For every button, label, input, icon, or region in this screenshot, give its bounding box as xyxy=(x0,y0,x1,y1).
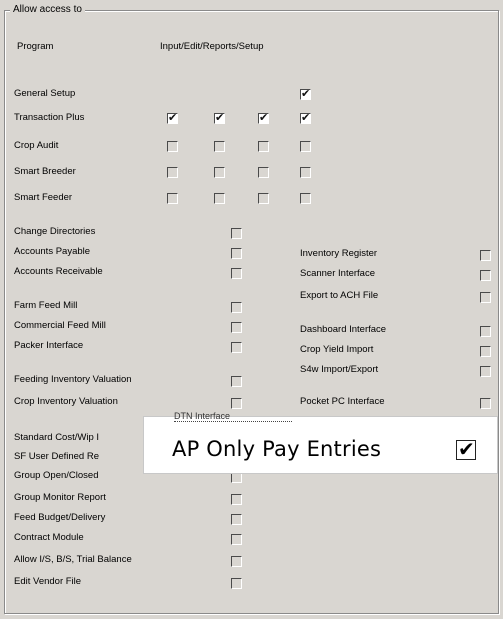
crop-inventory-valuation-label: Crop Inventory Valuation xyxy=(14,396,118,407)
accounts-receivable-checkbox[interactable] xyxy=(231,268,242,279)
crop-audit-col3-checkbox[interactable] xyxy=(258,141,269,152)
commercial-feed-mill-label: Commercial Feed Mill xyxy=(14,320,106,331)
crop-audit-label: Crop Audit xyxy=(14,140,59,151)
program-header: Program xyxy=(17,41,54,52)
farm-feed-mill-checkbox[interactable] xyxy=(231,302,242,313)
columns-header: Input/Edit/Reports/Setup xyxy=(160,41,264,52)
change-directories-checkbox[interactable] xyxy=(231,228,242,239)
group-open-closed-label: Group Open/Closed xyxy=(14,470,99,481)
edit-vendor-file-checkbox[interactable] xyxy=(231,578,242,589)
export-to-ach-file-checkbox[interactable] xyxy=(480,292,491,303)
crop-inventory-valuation-checkbox[interactable] xyxy=(231,398,242,409)
scanner-interface-checkbox[interactable] xyxy=(480,270,491,281)
s4w-import-export-label: S4w Import/Export xyxy=(300,364,379,375)
sf-user-defined-re-label: SF User Defined Re xyxy=(14,451,100,462)
contract-module-checkbox[interactable] xyxy=(231,534,242,545)
smart-feeder-col1-checkbox[interactable] xyxy=(167,193,178,204)
smart-breeder-label: Smart Breeder xyxy=(14,166,76,177)
inventory-register-label: Inventory Register xyxy=(300,248,378,259)
commercial-feed-mill-checkbox[interactable] xyxy=(231,322,242,333)
smart-breeder-col1-checkbox[interactable] xyxy=(167,167,178,178)
groupbox-legend: Allow access to xyxy=(10,4,85,15)
allow-i-s-b-s-trial-balance-label: Allow I/S, B/S, Trial Balance xyxy=(14,554,132,565)
crop-yield-import-label: Crop Yield Import xyxy=(300,344,374,355)
smart-feeder-col4-checkbox[interactable] xyxy=(300,193,311,204)
scanner-interface-label: Scanner Interface xyxy=(300,268,375,279)
feed-budget-delivery-checkbox[interactable] xyxy=(231,514,242,525)
pocket-pc-interface-checkbox[interactable] xyxy=(480,398,491,409)
standard-cost-wip-i-label: Standard Cost/Wip I xyxy=(14,432,100,443)
smart-breeder-col2-checkbox[interactable] xyxy=(214,167,225,178)
ap-only-pay-entries-label: AP Only Pay Entries xyxy=(172,437,382,461)
feeding-inventory-valuation-label: Feeding Inventory Valuation xyxy=(14,374,132,385)
ap-only-pay-entries-popup: DTN Interface AP Only Pay Entries xyxy=(143,411,498,474)
packer-interface-label: Packer Interface xyxy=(14,340,84,351)
smart-feeder-col2-checkbox[interactable] xyxy=(214,193,225,204)
group-monitor-report-label: Group Monitor Report xyxy=(14,492,106,503)
contract-module-label: Contract Module xyxy=(14,532,84,543)
farm-feed-mill-label: Farm Feed Mill xyxy=(14,300,78,311)
dashboard-interface-checkbox[interactable] xyxy=(480,326,491,337)
transaction-plus-col4-checkbox[interactable] xyxy=(300,111,311,124)
dashboard-interface-label: Dashboard Interface xyxy=(300,324,387,335)
feeding-inventory-valuation-checkbox[interactable] xyxy=(231,376,242,387)
packer-interface-checkbox[interactable] xyxy=(231,342,242,353)
edit-vendor-file-label: Edit Vendor File xyxy=(14,576,82,587)
smart-feeder-label: Smart Feeder xyxy=(14,192,73,203)
feed-budget-delivery-label: Feed Budget/Delivery xyxy=(14,512,106,523)
smart-breeder-col3-checkbox[interactable] xyxy=(258,167,269,178)
allow-i-s-b-s-trial-balance-checkbox[interactable] xyxy=(231,556,242,567)
transaction-plus-col3-checkbox[interactable] xyxy=(258,111,269,124)
ap-only-pay-entries-checkbox[interactable] xyxy=(456,437,476,461)
change-directories-label: Change Directories xyxy=(14,226,96,237)
crop-audit-col1-checkbox[interactable] xyxy=(167,141,178,152)
dtn-interface-peek: DTN Interface xyxy=(174,411,292,422)
crop-audit-col4-checkbox[interactable] xyxy=(300,141,311,152)
transaction-plus-label: Transaction Plus xyxy=(14,112,85,123)
crop-yield-import-checkbox[interactable] xyxy=(480,346,491,357)
transaction-plus-col2-checkbox[interactable] xyxy=(214,111,225,124)
smart-breeder-col4-checkbox[interactable] xyxy=(300,167,311,178)
transaction-plus-col1-checkbox[interactable] xyxy=(167,111,178,124)
pocket-pc-interface-label: Pocket PC Interface xyxy=(300,396,385,407)
allow-access-groupbox xyxy=(4,10,499,614)
general-setup-col4-checkbox[interactable] xyxy=(300,87,311,100)
accounts-receivable-label: Accounts Receivable xyxy=(14,266,103,277)
s4w-import-export-checkbox[interactable] xyxy=(480,366,491,377)
export-to-ach-file-label: Export to ACH File xyxy=(300,290,379,301)
general-setup-label: General Setup xyxy=(14,88,76,99)
accounts-payable-checkbox[interactable] xyxy=(231,248,242,259)
inventory-register-checkbox[interactable] xyxy=(480,250,491,261)
accounts-payable-label: Accounts Payable xyxy=(14,246,91,257)
group-monitor-report-checkbox[interactable] xyxy=(231,494,242,505)
smart-feeder-col3-checkbox[interactable] xyxy=(258,193,269,204)
crop-audit-col2-checkbox[interactable] xyxy=(214,141,225,152)
